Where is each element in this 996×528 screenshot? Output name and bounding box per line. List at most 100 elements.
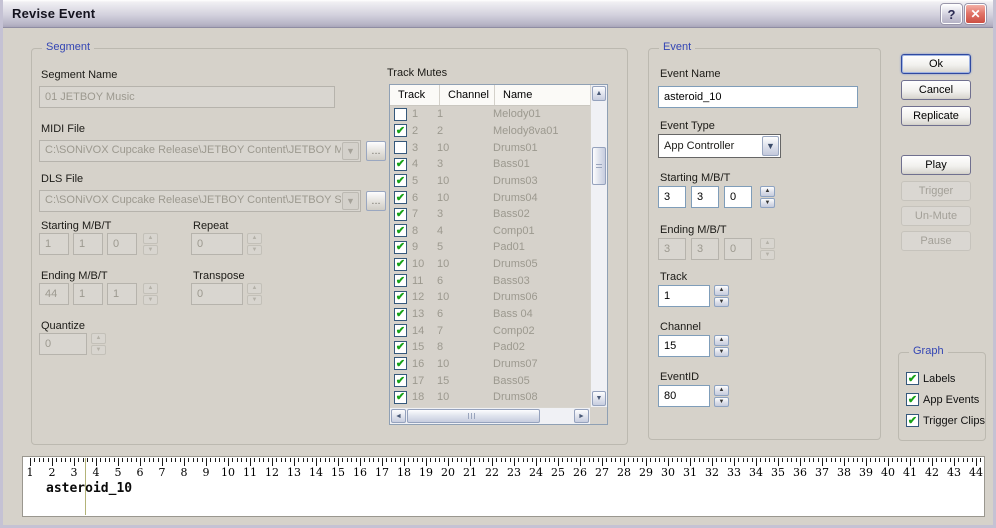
hscroll-thumb[interactable] [407,409,540,423]
ruler-major-tick [932,458,933,466]
track-mutes-vscrollbar[interactable]: ▲ ▼ [590,85,607,407]
column-header-name[interactable]: Name [494,85,590,105]
track-mute-checkbox[interactable] [394,391,407,404]
ruler-number: 14 [309,466,323,479]
dls-file-browse-button[interactable]: ... [366,191,386,211]
vscroll-thumb[interactable] [592,147,606,185]
event-channel-field[interactable] [658,335,710,357]
track-mute-checkbox[interactable] [394,224,407,237]
scroll-down-icon[interactable]: ▼ [592,391,606,406]
track-mute-checkbox[interactable] [394,341,407,354]
track-mute-checkbox[interactable] [394,374,407,387]
checkbox-label: Labels [923,373,955,385]
event-type-dropdown-icon[interactable]: ▼ [762,136,779,156]
graph-option-labels[interactable]: Labels [906,372,955,385]
scroll-up-icon[interactable]: ▲ [592,86,606,101]
ruler-minor-tick [848,458,849,462]
event-id-spinner[interactable]: ▲▼ [714,385,729,407]
track-mute-checkbox[interactable] [394,191,407,204]
checkbox[interactable] [906,414,919,427]
track-mute-checkbox[interactable] [394,324,407,337]
ruler-minor-tick [747,458,748,462]
replicate-button[interactable]: Replicate [901,106,971,126]
track-mute-checkbox[interactable] [394,241,407,254]
track-mute-row[interactable]: 95Pad01 [390,239,590,256]
track-mute-row[interactable]: 158Pad02 [390,339,590,356]
ruler-minor-tick [738,458,739,462]
event-name-field[interactable] [658,86,858,108]
track-mute-checkbox[interactable] [394,174,407,187]
track-mutes-hscrollbar[interactable]: ◄ ► [390,407,590,424]
track-mute-checkbox[interactable] [394,158,407,171]
event-ending-mbt-spinner: ▲▼ [760,238,775,260]
scroll-right-icon[interactable]: ► [574,409,589,423]
spin-up-icon: ▲ [247,283,262,294]
help-icon[interactable]: ? [941,4,962,24]
track-mute-row[interactable]: 22Melody8va01 [390,123,590,140]
ruler-major-tick [316,458,317,466]
column-header-channel[interactable]: Channel [439,85,494,105]
scroll-left-icon[interactable]: ◄ [391,409,406,423]
column-header-track[interactable]: Track [390,85,439,105]
track-mute-checkbox[interactable] [394,141,407,154]
track-mute-row[interactable]: 84Comp01 [390,222,590,239]
graph-option-app-events[interactable]: App Events [906,393,979,406]
ruler-major-tick [910,458,911,466]
track-mute-row[interactable]: 147Comp02 [390,322,590,339]
ruler-major-tick [624,458,625,466]
ruler-minor-tick [193,458,194,462]
track-mute-row[interactable]: 1610Drums07 [390,356,590,373]
ruler-minor-tick [501,458,502,462]
event-track-spinner[interactable]: ▲▼ [714,285,729,307]
track-mute-row[interactable]: 1715Bass05 [390,372,590,389]
track-mute-checkbox[interactable] [394,258,407,271]
ruler-number: 39 [859,466,873,479]
track-mute-row[interactable]: 43Bass01 [390,156,590,173]
event-starting-measure-field[interactable] [658,186,686,208]
track-mute-row[interactable]: 1210Drums06 [390,289,590,306]
track-mute-checkbox[interactable] [394,357,407,370]
event-channel-spinner[interactable]: ▲▼ [714,335,729,357]
event-type-combo[interactable]: App Controller ▼ [658,134,781,158]
track-mute-checkbox[interactable] [394,108,407,121]
checkbox[interactable] [906,393,919,406]
track-mute-row[interactable]: 610Drums04 [390,189,590,206]
ruler-minor-tick [298,458,299,462]
ruler-major-tick [712,458,713,466]
track-mute-checkbox[interactable] [394,124,407,137]
ok-button[interactable]: Ok [901,54,971,74]
timeline-event-label[interactable]: asteroid_10 [46,481,132,496]
track-mute-row[interactable]: 11Melody01 [390,106,590,123]
ruler-minor-tick [686,458,687,462]
track-mute-checkbox[interactable] [394,291,407,304]
ruler-minor-tick [914,458,915,462]
checkbox[interactable] [906,372,919,385]
midi-file-browse-button[interactable]: ... [366,141,386,161]
track-mutes-list[interactable]: Track Channel Name 11Melody0122Melody8va… [389,84,608,425]
cancel-button[interactable]: Cancel [901,80,971,100]
track-mute-checkbox[interactable] [394,208,407,221]
close-icon[interactable]: ✕ [965,4,986,24]
track-mute-row[interactable]: 510Drums03 [390,173,590,190]
ruler-minor-tick [523,458,524,462]
track-mutes-header[interactable]: Track Channel Name [390,85,590,106]
play-button[interactable]: Play [901,155,971,175]
timeline-ruler[interactable]: 1234567891011121314151617181920212223242… [22,456,985,517]
graph-option-trigger-clips[interactable]: Trigger Clips [906,414,985,427]
track-mute-row[interactable]: 136Bass 04 [390,306,590,323]
track-mute-checkbox[interactable] [394,274,407,287]
track-mute-row[interactable]: 310Drums01 [390,139,590,156]
track-mute-row[interactable]: 116Bass03 [390,272,590,289]
track-mute-checkbox[interactable] [394,308,407,321]
event-starting-beat-field[interactable] [691,186,719,208]
ruler-minor-tick [241,458,242,462]
track-mute-row[interactable]: 73Bass02 [390,206,590,223]
event-starting-tick-field[interactable] [724,186,752,208]
track-mute-row[interactable]: 1010Drums05 [390,256,590,273]
ruler-number: 7 [159,466,166,479]
title-bar[interactable]: Revise Event ? ✕ [3,0,993,28]
track-mute-row[interactable]: 1810Drums08 [390,389,590,406]
event-track-field[interactable] [658,285,710,307]
event-id-field[interactable] [658,385,710,407]
event-starting-mbt-spinner[interactable]: ▲▼ [760,186,775,208]
